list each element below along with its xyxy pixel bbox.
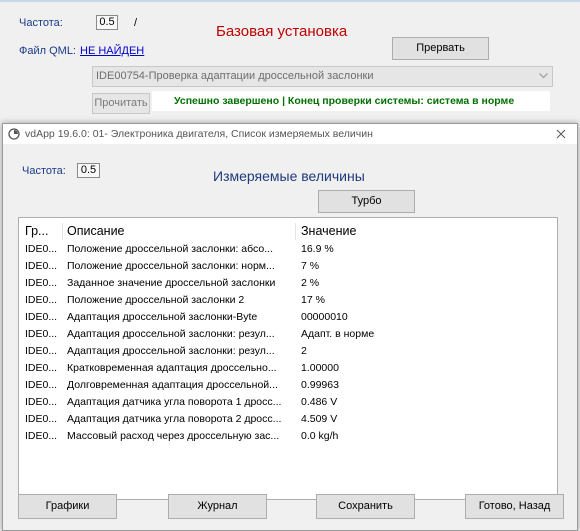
row-group: IDE0...	[25, 311, 58, 323]
row-value: 00000010	[301, 311, 348, 323]
table-row[interactable]: IDE0... Адаптация дроссельной заслонки: …	[19, 343, 557, 360]
dialog-title: vdApp 19.6.0: 01- Электроника двигателя,…	[25, 128, 373, 140]
row-value: 17 %	[301, 294, 325, 306]
row-value: 0.0 kg/h	[301, 430, 339, 442]
row-value: 16.9 %	[301, 243, 334, 255]
close-icon[interactable]	[556, 129, 566, 139]
row-value: 7 %	[301, 260, 320, 272]
graphs-button[interactable]: Графики	[18, 494, 117, 519]
status-text: Успешно завершено | Конец проверки систе…	[174, 95, 515, 107]
table-row[interactable]: IDE0... Адаптация дроссельной заслонки: …	[19, 326, 557, 343]
table-row[interactable]: IDE0... Адаптация дроссельной заслонки-B…	[19, 309, 557, 326]
qml-status-link[interactable]: НЕ НАЙДЕН	[80, 45, 144, 57]
dialog-titlebar: vdApp 19.6.0: 01- Электроника двигателя,…	[3, 124, 577, 144]
read-button[interactable]: Прочитать	[92, 93, 150, 114]
dialog-freq-value[interactable]: 0.5	[77, 163, 100, 178]
row-value: Адапт. в норме	[301, 328, 375, 340]
row-value: 1.00000	[301, 362, 339, 374]
row-group: IDE0...	[25, 277, 58, 289]
column-divider[interactable]	[62, 223, 63, 240]
table-header: Гр... Описание Значение	[19, 223, 557, 240]
column-header-group[interactable]: Гр...	[25, 224, 48, 238]
row-group: IDE0...	[25, 362, 58, 374]
table-row[interactable]: IDE0... Положение дроссельной заслонки 2…	[19, 292, 557, 309]
freq-label: Частота:	[19, 17, 63, 29]
row-description: Заданное значение дроссельной заслонки	[67, 277, 276, 289]
page-title: Базовая установка	[216, 23, 348, 40]
row-description: Долговременная адаптация дроссельной...	[67, 379, 278, 391]
column-header-value[interactable]: Значение	[301, 224, 356, 238]
row-group: IDE0...	[25, 328, 58, 340]
row-group: IDE0...	[25, 345, 58, 357]
row-description: Положение дроссельной заслонки: абсо...	[67, 243, 273, 255]
journal-button[interactable]: Журнал	[168, 494, 267, 519]
procedure-dropdown[interactable]: IDE00754-Проверка адаптации дроссельной …	[92, 66, 553, 87]
row-description: Адаптация датчика угла поворота 1 дросс.…	[67, 396, 282, 408]
row-value: 2	[301, 345, 307, 357]
row-description: Адаптация дроссельной заслонки-Byte	[67, 311, 258, 323]
status-field: Успешно завершено | Конец проверки систе…	[152, 91, 550, 111]
freq-slash: /	[134, 17, 138, 29]
row-description: Адаптация дроссельной заслонки: резул...	[67, 345, 275, 357]
row-group: IDE0...	[25, 396, 58, 408]
done-back-button[interactable]: Готово, Назад	[465, 494, 564, 519]
row-group: IDE0...	[25, 243, 58, 255]
save-button[interactable]: Сохранить	[316, 494, 415, 519]
row-description: Адаптация датчика угла поворота 2 дросс.…	[67, 413, 282, 425]
dialog-heading: Измеряемые величины	[213, 168, 365, 184]
table-row[interactable]: IDE0... Положение дроссельной заслонки: …	[19, 241, 557, 258]
measured-values-dialog: vdApp 19.6.0: 01- Электроника двигателя,…	[2, 123, 578, 531]
measured-values-table[interactable]: Гр... Описание Значение IDE0... Положени…	[18, 217, 558, 500]
row-description: Массовый расход через дроссельную зас...	[67, 430, 280, 442]
row-value: 0.99963	[301, 379, 339, 391]
row-value: 2 %	[301, 277, 320, 289]
row-group: IDE0...	[25, 260, 58, 272]
table-row[interactable]: IDE0... Положение дроссельной заслонки: …	[19, 258, 557, 275]
row-value: 4.509 V	[301, 413, 338, 425]
row-value: 0.486 V	[301, 396, 338, 408]
row-description: Кратковременная адаптация дроссельно...	[67, 362, 277, 374]
table-row[interactable]: IDE0... Кратковременная адаптация дроссе…	[19, 360, 557, 377]
column-header-description[interactable]: Описание	[67, 224, 125, 238]
row-group: IDE0...	[25, 413, 58, 425]
dropdown-value: IDE00754-Проверка адаптации дроссельной …	[96, 70, 374, 82]
app-icon	[8, 128, 20, 140]
row-description: Положение дроссельной заслонки 2	[67, 294, 245, 306]
row-description: Положение дроссельной заслонки: норм...	[67, 260, 275, 272]
row-description: Адаптация дроссельной заслонки: резул...	[67, 328, 275, 340]
turbo-button[interactable]: Турбо	[318, 190, 415, 213]
qml-file-label: Файл QML:	[19, 45, 76, 57]
row-group: IDE0...	[25, 379, 58, 391]
table-row[interactable]: IDE0... Адаптация датчика угла поворота …	[19, 411, 557, 428]
table-row[interactable]: IDE0... Долговременная адаптация дроссел…	[19, 377, 557, 394]
freq-value-box[interactable]: 0.5	[96, 15, 118, 30]
window-top-border	[0, 0, 580, 2]
stop-button[interactable]: Прервать	[392, 37, 489, 60]
row-group: IDE0...	[25, 294, 58, 306]
table-row[interactable]: IDE0... Массовый расход через дроссельну…	[19, 428, 557, 445]
dialog-freq-label: Частота:	[22, 165, 66, 177]
chevron-down-icon	[539, 73, 548, 79]
row-group: IDE0...	[25, 430, 58, 442]
table-row[interactable]: IDE0... Адаптация датчика угла поворота …	[19, 394, 557, 411]
table-row[interactable]: IDE0... Заданное значение дроссельной за…	[19, 275, 557, 292]
column-divider[interactable]	[295, 223, 296, 240]
